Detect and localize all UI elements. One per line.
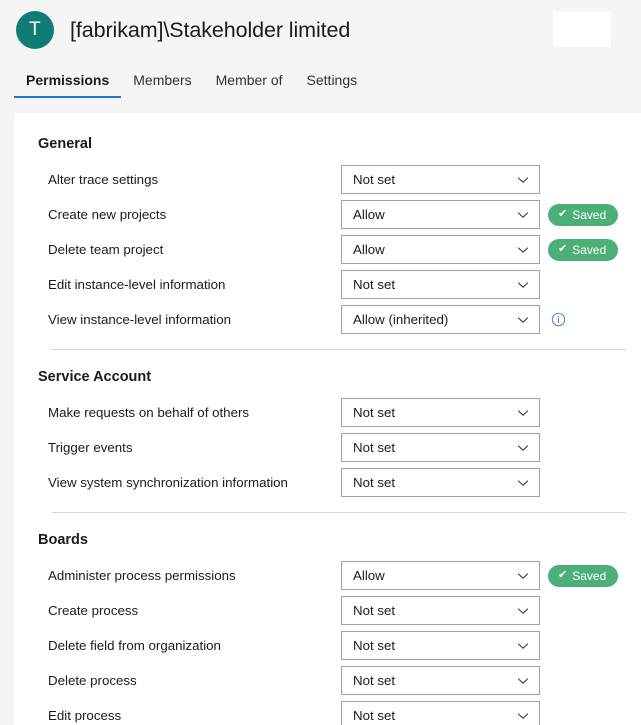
permission-dropdown[interactable]: Not set: [341, 666, 540, 695]
page-header: T [fabrikam]\Stakeholder limited Permiss…: [0, 0, 641, 113]
permission-row: Delete processNot set: [14, 663, 641, 698]
chevron-down-icon: [517, 174, 529, 186]
page-title: [fabrikam]\Stakeholder limited: [70, 18, 350, 43]
permission-row: Make requests on behalf of othersNot set: [14, 395, 641, 430]
permission-label: Administer process permissions: [48, 568, 341, 583]
permission-dropdown[interactable]: Not set: [341, 270, 540, 299]
check-icon: ✔: [558, 570, 567, 581]
dropdown-value: Allow: [342, 242, 385, 257]
permission-label: Alter trace settings: [48, 172, 341, 187]
chevron-down-icon: [517, 675, 529, 687]
permission-row: View instance-level informationAllow (in…: [14, 302, 641, 337]
header-blank-placeholder: [553, 11, 611, 47]
permission-dropdown[interactable]: Not set: [341, 701, 540, 725]
dropdown-value: Allow (inherited): [342, 312, 448, 327]
permission-label: Trigger events: [48, 440, 341, 455]
info-icon[interactable]: [551, 312, 566, 327]
permission-label: View system synchronization information: [48, 475, 341, 490]
section-service-account: Service Account Make requests on behalf o…: [14, 369, 641, 513]
permission-dropdown[interactable]: Not set: [341, 433, 540, 462]
dropdown-value: Not set: [342, 603, 395, 618]
chevron-down-icon: [517, 407, 529, 419]
dropdown-value: Not set: [342, 708, 395, 723]
tab-bar: PermissionsMembersMember ofSettings: [0, 62, 641, 98]
section-title: General: [14, 136, 641, 152]
permission-label: Make requests on behalf of others: [48, 405, 341, 420]
chevron-down-icon: [517, 710, 529, 722]
chevron-down-icon: [517, 605, 529, 617]
chevron-down-icon: [517, 314, 529, 326]
dropdown-value: Not set: [342, 638, 395, 653]
section-title: Service Account: [14, 369, 641, 385]
dropdown-value: Not set: [342, 475, 395, 490]
dropdown-value: Not set: [342, 405, 395, 420]
permission-row: Administer process permissionsAllow ✔ Save…: [14, 558, 641, 593]
status-badge-saved: ✔ Saved: [548, 204, 618, 226]
tab-permissions[interactable]: Permissions: [14, 72, 121, 98]
permission-row: Trigger eventsNot set: [14, 430, 641, 465]
dropdown-value: Not set: [342, 172, 395, 187]
permission-dropdown[interactable]: Not set: [341, 468, 540, 497]
permission-row: Edit instance-level informationNot set: [14, 267, 641, 302]
section-divider: [52, 349, 626, 350]
avatar: T: [16, 11, 54, 49]
group-identity: T [fabrikam]\Stakeholder limited: [0, 0, 641, 49]
tab-members[interactable]: Members: [121, 72, 203, 98]
permission-label: Delete field from organization: [48, 638, 341, 653]
dropdown-value: Not set: [342, 673, 395, 688]
permission-dropdown[interactable]: Not set: [341, 631, 540, 660]
saved-label: Saved: [572, 569, 606, 583]
section-title: Boards: [14, 532, 641, 548]
permission-label: Delete process: [48, 673, 341, 688]
check-icon: ✔: [558, 244, 567, 255]
dropdown-value: Not set: [342, 277, 395, 292]
dropdown-value: Not set: [342, 440, 395, 455]
permission-dropdown[interactable]: Allow: [341, 235, 540, 264]
status-badge-saved: ✔ Saved: [548, 565, 618, 587]
saved-label: Saved: [572, 243, 606, 257]
chevron-down-icon: [517, 279, 529, 291]
permission-dropdown[interactable]: Allow: [341, 200, 540, 229]
section-boards: Boards Administer process permissionsAllo…: [14, 532, 641, 725]
permission-label: Edit instance-level information: [48, 277, 341, 292]
dropdown-value: Allow: [342, 568, 385, 583]
permission-dropdown[interactable]: Allow (inherited): [341, 305, 540, 334]
permission-row: Create processNot set: [14, 593, 641, 628]
permissions-list: GeneralAlter trace settingsNot setCreate…: [14, 113, 641, 725]
permission-row: Create new projectsAllow ✔ Saved: [14, 197, 641, 232]
permission-label: View instance-level information: [48, 312, 341, 327]
chevron-down-icon: [517, 209, 529, 221]
dropdown-value: Allow: [342, 207, 385, 222]
permission-label: Create process: [48, 603, 341, 618]
permission-row: Delete field from organizationNot set: [14, 628, 641, 663]
permission-label: Create new projects: [48, 207, 341, 222]
status-badge-saved: ✔ Saved: [548, 239, 618, 261]
permissions-card: GeneralAlter trace settingsNot setCreate…: [14, 113, 641, 725]
permission-row: Edit processNot set: [14, 698, 641, 725]
permission-row: Delete team projectAllow ✔ Saved: [14, 232, 641, 267]
tab-member-of[interactable]: Member of: [204, 72, 295, 98]
section-general: GeneralAlter trace settingsNot setCreate…: [14, 136, 641, 350]
chevron-down-icon: [517, 244, 529, 256]
permission-dropdown[interactable]: Not set: [341, 398, 540, 427]
tab-settings[interactable]: Settings: [295, 72, 370, 98]
chevron-down-icon: [517, 640, 529, 652]
permission-row: View system synchronization informationN…: [14, 465, 641, 500]
chevron-down-icon: [517, 570, 529, 582]
chevron-down-icon: [517, 442, 529, 454]
saved-label: Saved: [572, 208, 606, 222]
section-divider: [52, 512, 626, 513]
permission-dropdown[interactable]: Allow: [341, 561, 540, 590]
permission-row: Alter trace settingsNot set: [14, 162, 641, 197]
check-icon: ✔: [558, 209, 567, 220]
permission-dropdown[interactable]: Not set: [341, 165, 540, 194]
permission-dropdown[interactable]: Not set: [341, 596, 540, 625]
permission-label: Edit process: [48, 708, 341, 723]
permission-label: Delete team project: [48, 242, 341, 257]
chevron-down-icon: [517, 477, 529, 489]
